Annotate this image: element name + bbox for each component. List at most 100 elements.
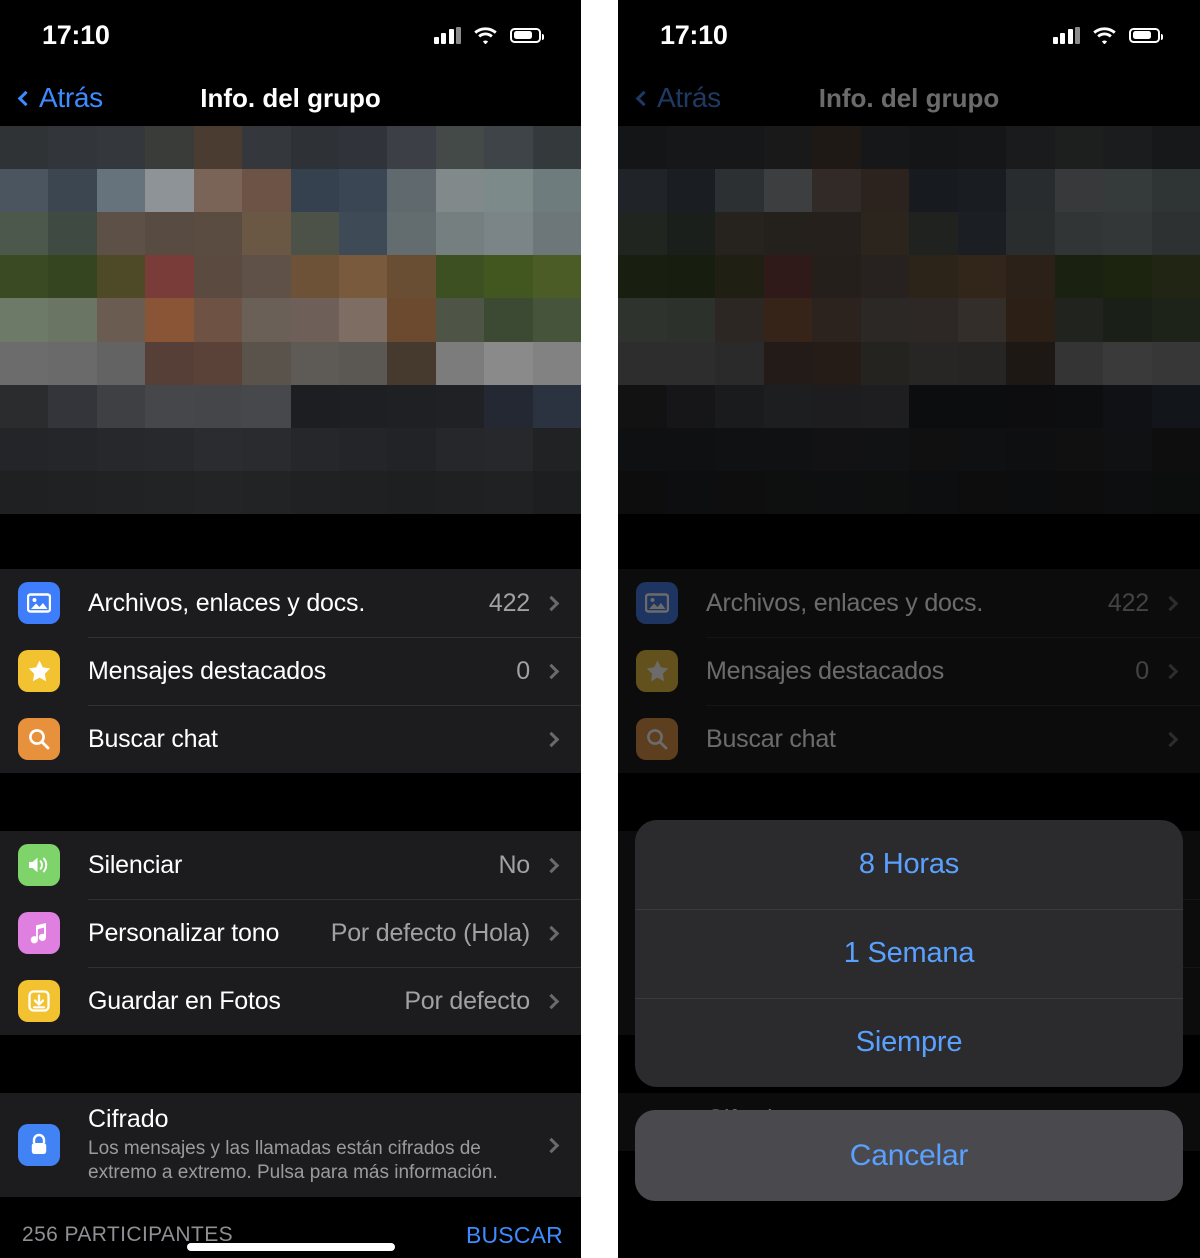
- row-silenciar[interactable]: Silenciar No: [0, 831, 581, 899]
- action-sheet-option-siempre[interactable]: Siempre: [635, 998, 1183, 1087]
- photo-pixel: [812, 212, 861, 256]
- photo-pixel: [48, 298, 97, 342]
- photo-pixel: [338, 384, 388, 428]
- photo-pixel: [242, 341, 291, 385]
- status-icons: [1052, 26, 1163, 44]
- photo-pixel: [242, 169, 291, 213]
- chevron-right-icon: [543, 595, 560, 611]
- photo-pixel: [1103, 255, 1152, 299]
- row-personalizar-tono[interactable]: Personalizar tono Por defecto (Hola): [0, 899, 581, 967]
- photo-pixel: [1151, 384, 1200, 428]
- row-cifrado[interactable]: Cifrado Los mensajes y las llamadas está…: [0, 1093, 581, 1197]
- photo-pixel: [763, 470, 812, 514]
- encryption-text: Cifrado Los mensajes y las llamadas está…: [88, 1105, 498, 1186]
- row-archivos[interactable]: Archivos, enlaces y docs. 422: [0, 569, 581, 637]
- photo-pixel: [96, 255, 146, 299]
- photo-pixel: [48, 255, 97, 299]
- photo-pixel: [763, 384, 812, 428]
- row-mensajes-destacados[interactable]: Mensajes destacados 0: [0, 637, 581, 705]
- search-button[interactable]: BUSCAR: [466, 1222, 563, 1249]
- photo-pixel: [860, 470, 909, 514]
- back-button-label: Atrás: [39, 82, 103, 113]
- section-spacer: [0, 773, 581, 831]
- photo-pixel: [290, 341, 339, 385]
- photo-pixel: [48, 384, 97, 428]
- photo-pixel: [957, 341, 1006, 385]
- row-value: 422: [1107, 588, 1149, 617]
- chevron-left-icon: [17, 90, 34, 106]
- row-label: Guardar en Fotos: [88, 986, 281, 1015]
- photo-pixel: [1103, 169, 1152, 213]
- photo-pixel: [96, 126, 146, 170]
- photo-pixel: [715, 298, 764, 342]
- photo-pixel: [96, 212, 146, 256]
- photo-pixel: [193, 427, 243, 471]
- action-sheet-option-8-horas[interactable]: 8 Horas: [635, 820, 1183, 909]
- photo-pixel: [193, 255, 243, 299]
- photo-pixel: [957, 427, 1006, 471]
- photo-pixel: [48, 470, 97, 514]
- photo-pixel: [242, 212, 291, 256]
- photo-pixel: [242, 126, 291, 170]
- row-buscar-chat[interactable]: Buscar chat: [0, 705, 581, 773]
- photo-pixel: [435, 341, 485, 385]
- photos-icon: [636, 582, 678, 624]
- photo-pixel: [484, 427, 533, 471]
- action-sheet: 8 Horas 1 Semana Siempre: [635, 820, 1183, 1087]
- photo-pixel: [1054, 384, 1103, 428]
- photo-pixel: [1103, 384, 1152, 428]
- action-sheet-option-1-semana[interactable]: 1 Semana: [635, 909, 1183, 998]
- photo-pixel: [338, 470, 388, 514]
- photo-pixel: [1006, 298, 1055, 342]
- photo-pixel: [145, 212, 194, 256]
- photo-pixel: [715, 341, 764, 385]
- group-cover-photo[interactable]: [0, 126, 581, 514]
- photo-pixel: [96, 169, 146, 213]
- photo-pixel: [909, 384, 958, 428]
- status-clock: 17:10: [42, 19, 110, 50]
- photo-pixel: [860, 341, 909, 385]
- photo-pixel: [387, 126, 436, 170]
- photo-pixel: [618, 298, 667, 342]
- photo-pixel: [618, 255, 667, 299]
- photo-pixel: [618, 470, 667, 514]
- cover-bottom-spacer: [0, 514, 581, 569]
- chevron-right-icon: [543, 925, 560, 941]
- photo-pixel: [1151, 255, 1200, 299]
- photo-pixel: [484, 169, 533, 213]
- photo-pixel: [1054, 212, 1103, 256]
- photo-pixel: [666, 169, 715, 213]
- photo-pixel: [96, 427, 146, 471]
- photo-pixel: [618, 212, 667, 256]
- photo-pixel: [484, 255, 533, 299]
- photo-pixel: [666, 298, 715, 342]
- photo-pixel: [145, 126, 194, 170]
- row-label: Buscar chat: [706, 724, 836, 753]
- photo-pixel: [1103, 298, 1152, 342]
- photo-pixel: [387, 384, 436, 428]
- photo-pixel: [532, 298, 581, 342]
- nav-bar: Atrás Info. del grupo: [0, 70, 581, 126]
- action-sheet-cancel-button[interactable]: Cancelar: [635, 1110, 1183, 1201]
- row-guardar-en-fotos[interactable]: Guardar en Fotos Por defecto: [0, 967, 581, 1035]
- chevron-right-icon: [1162, 731, 1179, 747]
- home-indicator[interactable]: [186, 1243, 395, 1251]
- photo-pixel: [715, 255, 764, 299]
- photo-pixel: [812, 427, 861, 471]
- photo-pixel: [909, 126, 958, 170]
- photo-pixel: [145, 255, 194, 299]
- photo-pixel: [48, 169, 97, 213]
- photo-pixel: [763, 212, 812, 256]
- photo-pixel: [1006, 341, 1055, 385]
- bottom-bar: 256 PARTICIPANTES BUSCAR: [0, 1212, 581, 1258]
- photo-pixel: [1054, 470, 1103, 514]
- photo-pixel: [532, 470, 581, 514]
- photo-pixel: [1103, 427, 1152, 471]
- photo-pixel: [532, 384, 581, 428]
- photo-pixel: [618, 427, 667, 471]
- back-button[interactable]: Atrás: [17, 82, 103, 114]
- photo-pixel: [0, 212, 49, 256]
- row-value: 0: [1135, 656, 1149, 685]
- photo-pixel: [909, 298, 958, 342]
- photo-pixel: [1006, 427, 1055, 471]
